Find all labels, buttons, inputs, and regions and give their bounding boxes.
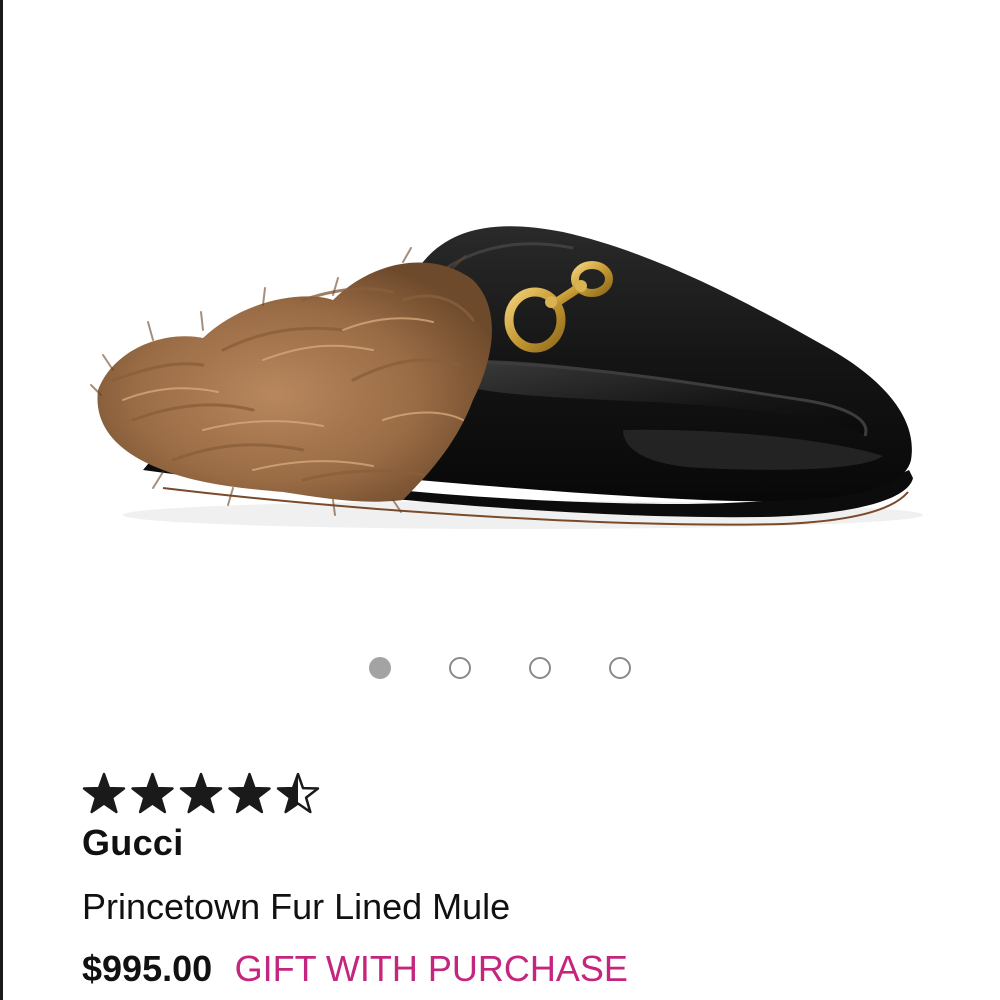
carousel-dot-2[interactable]	[449, 657, 471, 679]
star-fill-3	[181, 774, 221, 812]
product-image[interactable]	[3, 0, 1000, 620]
star-fill-1	[84, 774, 124, 812]
gift-with-purchase-link[interactable]: GIFT WITH PURCHASE	[235, 948, 628, 989]
product-detail-page: Gucci Princetown Fur Lined Mule $995.00 …	[0, 0, 1000, 1000]
carousel-pagination	[0, 655, 1000, 685]
star-rating[interactable]	[82, 770, 342, 820]
product-price: $995.00	[82, 948, 213, 989]
star-fill-2	[132, 774, 173, 812]
star-fill-4	[229, 774, 270, 812]
carousel-dot-1[interactable]	[369, 657, 391, 679]
carousel-dot-4[interactable]	[609, 657, 631, 679]
price-row: $995.00 GIFT WITH PURCHASE	[82, 948, 628, 996]
rating-stars	[82, 772, 320, 814]
carousel-dot-3[interactable]	[529, 657, 551, 679]
brand-name[interactable]: Gucci	[82, 822, 184, 864]
product-title: Princetown Fur Lined Mule	[82, 886, 511, 927]
product-image-gallery[interactable]	[3, 0, 1000, 620]
